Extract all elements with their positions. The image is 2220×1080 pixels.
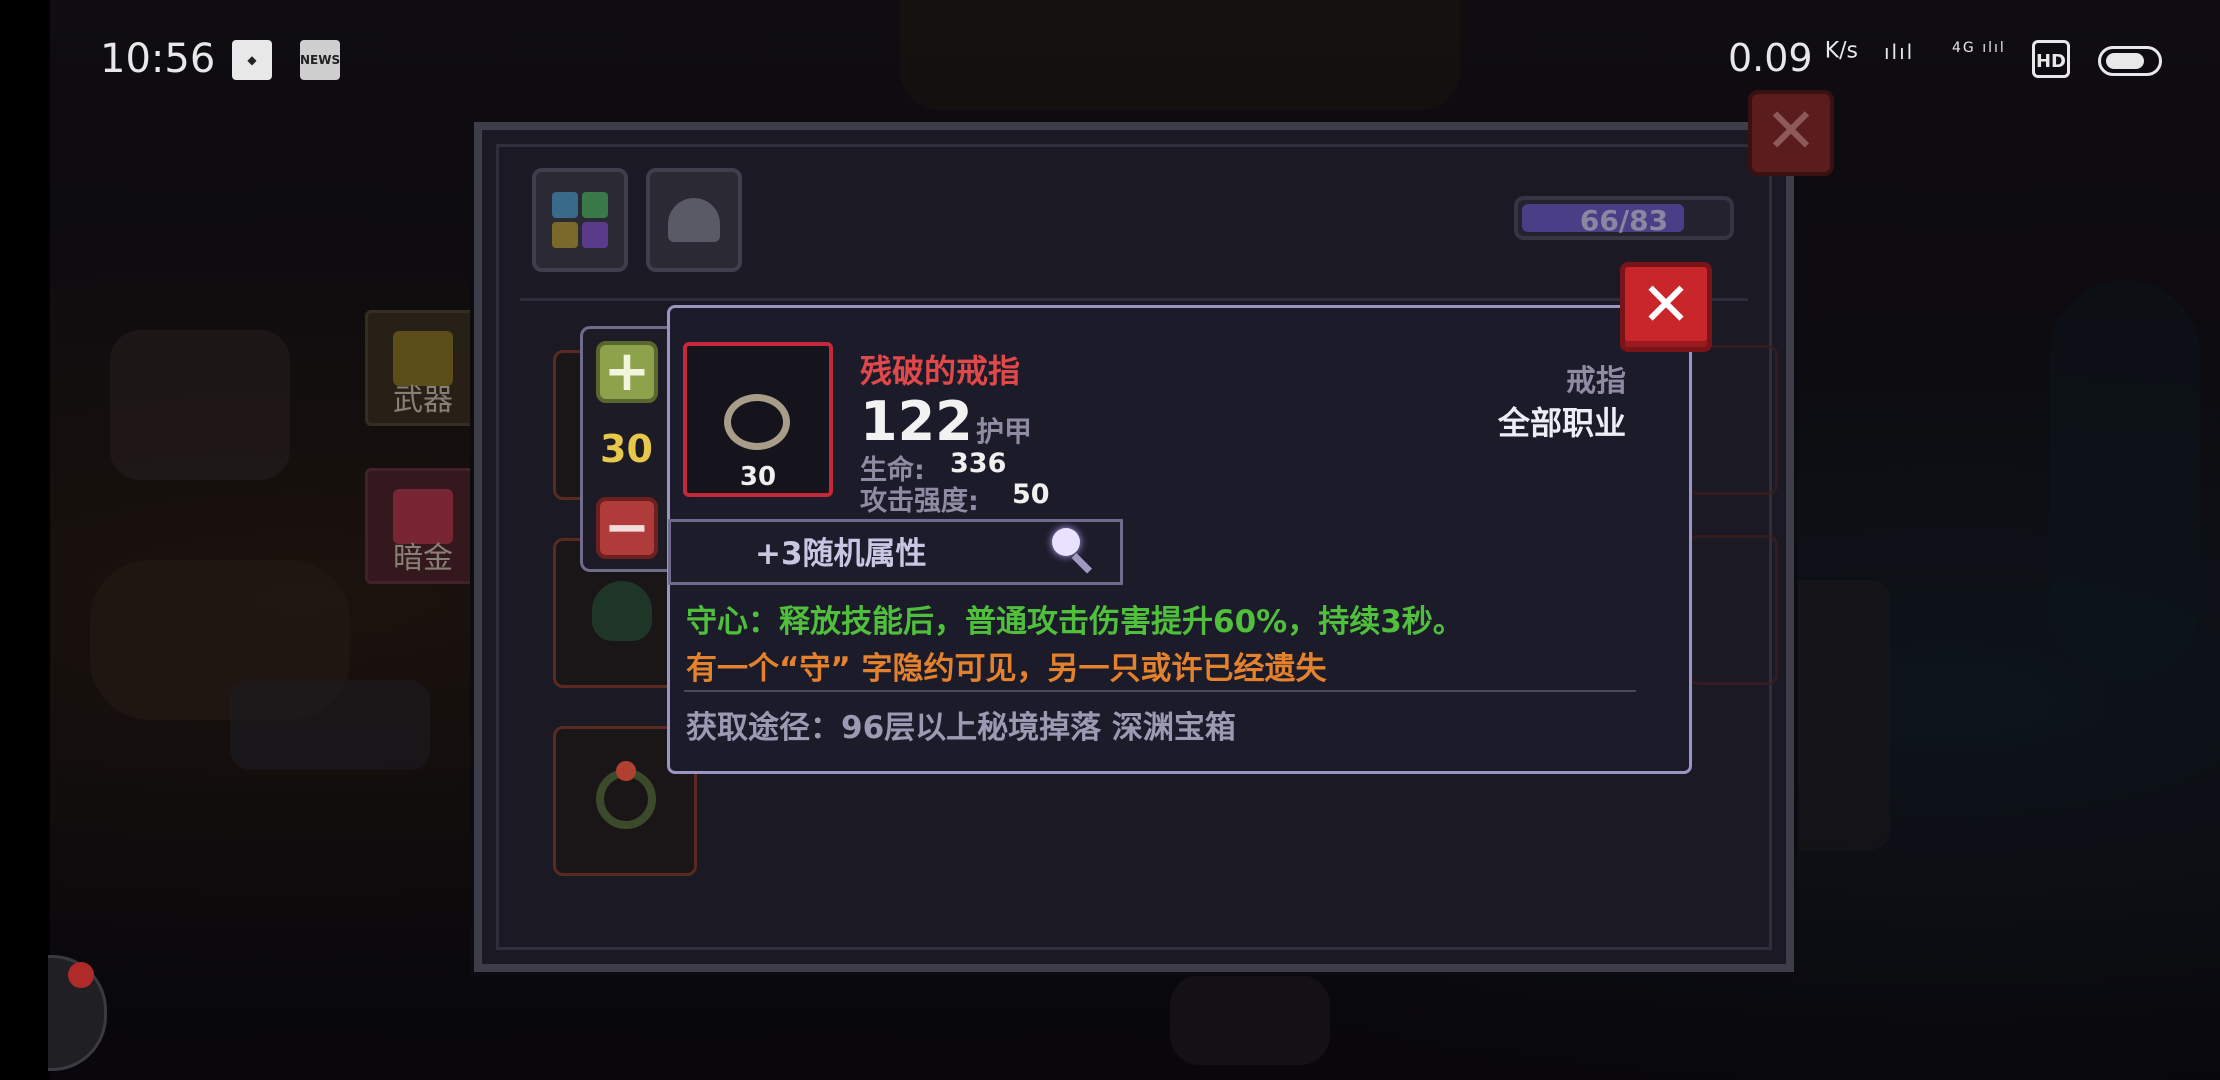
item-source-text: 获取途径：96层以上秘境掉落 深渊宝箱 — [686, 710, 1236, 746]
helmet-icon — [668, 198, 720, 242]
bag-slot[interactable] — [1688, 535, 1778, 685]
hd-icon: HD — [2032, 40, 2070, 78]
qq-penguin-icon: ◆ — [232, 40, 272, 80]
category-dark-gold-label: 暗金 — [393, 541, 453, 576]
screen-edge — [0, 0, 50, 1080]
signal-4g-label: 4G — [1952, 40, 1976, 56]
armor-value: 122 — [860, 390, 973, 453]
signal-icon: ılıl — [1884, 40, 1915, 64]
tab-all-items[interactable] — [532, 168, 628, 272]
four-grid-icon — [552, 192, 608, 248]
bag-divider — [520, 298, 1748, 301]
armor-label: 护甲 — [976, 415, 1033, 448]
speed-unit: K/s — [1824, 38, 1859, 64]
stat-attack-label: 攻击强度: — [860, 486, 979, 517]
category-weapon-label: 武器 — [393, 383, 453, 418]
signal-4g-icon: 4G ılıl — [1952, 40, 2006, 56]
speed-value: 0.09 — [1728, 36, 1813, 80]
status-time: 10:56 — [100, 36, 216, 82]
network-speed: 0.09 K/s — [1728, 36, 1858, 80]
item-effect-text: 守心：释放技能后，普通攻击伤害提升60%，持续3秒。 — [686, 604, 1464, 640]
news-icon: NEWS — [300, 40, 340, 80]
item-flavor-text: 有一个“守” 字隐约可见，另一只或许已经遗失 — [686, 651, 1327, 687]
tooltip-close-button[interactable]: ✕ — [1620, 262, 1712, 352]
quantity-value: 30 — [600, 427, 653, 471]
category-weapon-button[interactable]: 武器 — [365, 310, 481, 426]
bag-capacity-bar: 66/83 — [1514, 196, 1734, 240]
tooltip-divider — [684, 690, 1636, 692]
bag-close-button[interactable]: ✕ — [1748, 90, 1834, 176]
bag-slot[interactable] — [1688, 345, 1778, 495]
battery-icon — [2098, 46, 2162, 76]
item-level: 30 — [739, 462, 777, 492]
joystick-notification-dot — [68, 962, 94, 988]
item-class: 全部职业 — [1497, 404, 1626, 442]
tab-helmet[interactable] — [646, 168, 742, 272]
random-attribute-text: +3随机属性 — [755, 536, 927, 572]
stat-hp-value: 336 — [950, 448, 1007, 479]
quantity-stepper: + 30 − — [580, 326, 670, 572]
item-name: 残破的戒指 — [860, 352, 1021, 390]
bag-capacity-text: 66/83 — [1579, 204, 1669, 237]
item-type: 戒指 — [1566, 364, 1626, 399]
magnify-icon[interactable] — [1052, 528, 1093, 574]
decrease-button[interactable]: − — [596, 497, 658, 559]
stat-attack-value: 50 — [1012, 479, 1050, 510]
ring-icon — [724, 394, 790, 450]
category-dark-gold-button[interactable]: 暗金 — [365, 468, 481, 584]
increase-button[interactable]: + — [596, 341, 658, 403]
beetle-item-icon — [592, 581, 652, 641]
